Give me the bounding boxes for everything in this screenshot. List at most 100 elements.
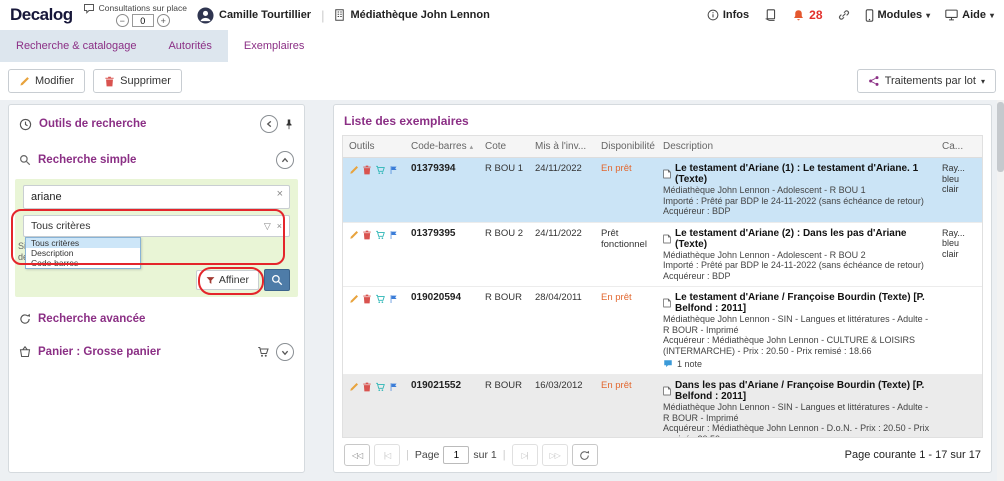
delete-icon[interactable] bbox=[362, 165, 372, 175]
tab-recherche-catalogage[interactable]: Recherche & catalogage bbox=[0, 30, 152, 62]
table-row[interactable]: 01379394 R BOU 1 24/11/2022 En prêt Le t… bbox=[343, 158, 982, 223]
column-header-label: Cote bbox=[485, 141, 506, 152]
traitements-par-lot-button[interactable]: Traitements par lot ▾ bbox=[857, 69, 996, 93]
search-tools-icon bbox=[19, 118, 32, 131]
loan-flag-icon[interactable] bbox=[389, 230, 398, 240]
edit-icon bbox=[19, 76, 30, 87]
document-icon bbox=[663, 169, 671, 179]
library-name: Médiathèque John Lennon bbox=[350, 9, 489, 21]
edit-icon[interactable] bbox=[349, 382, 359, 392]
advanced-search-header[interactable]: Recherche avancée bbox=[9, 303, 304, 333]
note-badge: 1 note bbox=[663, 359, 930, 369]
modifier-button[interactable]: Modifier bbox=[8, 69, 85, 93]
add-to-basket-icon[interactable] bbox=[375, 294, 386, 304]
pagination-first-button[interactable]: ◁◁ bbox=[344, 444, 370, 466]
cart-icon[interactable] bbox=[257, 346, 270, 358]
search-input[interactable] bbox=[23, 185, 290, 209]
page-input[interactable] bbox=[443, 446, 469, 464]
toolbar: Modifier Supprimer Traitements par lot ▾ bbox=[0, 62, 1004, 100]
table-row[interactable]: 019020594 R BOUR 28/04/2011 En prêt Le t… bbox=[343, 287, 982, 375]
pagination-last-button[interactable]: ▷▷ bbox=[542, 444, 568, 466]
column-header-label: Outils bbox=[349, 141, 375, 152]
description-detail: Médiathèque John Lennon - SIN - Langues … bbox=[663, 402, 930, 423]
loan-flag-icon[interactable] bbox=[389, 294, 398, 304]
table-row[interactable]: 01379395 R BOU 2 24/11/2022 Prêt fonctio… bbox=[343, 223, 982, 288]
column-header[interactable]: Disponibilité bbox=[595, 136, 657, 157]
add-to-basket-icon[interactable] bbox=[375, 382, 386, 392]
consultations-label: Consultations sur place bbox=[99, 3, 187, 13]
note-text: 1 note bbox=[677, 359, 702, 369]
tab-exemplaires[interactable]: Exemplaires bbox=[228, 30, 321, 62]
clear-criteria-icon[interactable]: × bbox=[277, 221, 282, 231]
phone-icon bbox=[865, 9, 874, 22]
delete-icon[interactable] bbox=[362, 230, 372, 240]
edit-icon[interactable] bbox=[349, 230, 359, 240]
library-menu[interactable]: Médiathèque John Lennon bbox=[334, 9, 489, 21]
hand-card-button[interactable] bbox=[764, 9, 777, 22]
delete-icon[interactable] bbox=[362, 294, 372, 304]
collapse-panel-button[interactable] bbox=[260, 115, 278, 133]
basket-title: Panier : Grosse panier bbox=[38, 346, 161, 358]
loan-flag-icon[interactable] bbox=[389, 382, 398, 392]
pin-icon[interactable] bbox=[284, 118, 294, 131]
modifier-label: Modifier bbox=[35, 75, 74, 87]
basket-header[interactable]: Panier : Grosse panier bbox=[9, 333, 304, 369]
description-cell: Dans les pas d'Ariane / Françoise Bourdi… bbox=[657, 375, 936, 438]
vertical-scrollbar[interactable] bbox=[997, 100, 1004, 481]
supprimer-button[interactable]: Supprimer bbox=[93, 69, 182, 93]
infos-button[interactable]: Infos bbox=[707, 9, 749, 21]
tab-bar: Recherche & catalogage Autorités Exempla… bbox=[0, 30, 320, 62]
aide-menu[interactable]: Aide ▾ bbox=[945, 9, 994, 21]
search-sidebar: Outils de recherche Recherche simple bbox=[8, 104, 305, 473]
delete-icon[interactable] bbox=[362, 382, 372, 392]
expand-basket-button[interactable] bbox=[276, 343, 294, 361]
column-header[interactable]: Ca... bbox=[936, 136, 982, 157]
scrollbar-thumb[interactable] bbox=[997, 102, 1004, 172]
refresh-button[interactable] bbox=[572, 444, 598, 466]
clear-search-icon[interactable]: × bbox=[277, 189, 283, 200]
link-button[interactable] bbox=[838, 9, 850, 21]
column-header[interactable]: Outils bbox=[343, 136, 405, 157]
cote-cell: R BOUR bbox=[479, 287, 529, 374]
column-header[interactable]: Description bbox=[657, 136, 936, 157]
add-to-basket-icon[interactable] bbox=[375, 165, 386, 175]
notifications-button[interactable]: 28 bbox=[792, 8, 822, 22]
description-detail: Importé : Prêté par BDP le 24-11-2022 (s… bbox=[663, 260, 930, 271]
row-tools bbox=[343, 375, 405, 438]
criteria-option[interactable]: Code-barres bbox=[26, 258, 140, 268]
consultations-count-input[interactable] bbox=[132, 14, 154, 27]
decrement-button[interactable]: − bbox=[116, 14, 129, 27]
criteria-option[interactable]: Tous critères bbox=[26, 238, 140, 248]
tab-autorites[interactable]: Autorités bbox=[152, 30, 227, 62]
column-header[interactable]: Code-barres▴ bbox=[405, 136, 479, 157]
column-header[interactable]: Mis à l'inv... bbox=[529, 136, 595, 157]
table-row[interactable]: 019021552 R BOUR 16/03/2012 En prêt Dans… bbox=[343, 375, 982, 438]
loan-flag-icon[interactable] bbox=[389, 165, 398, 175]
trash-icon bbox=[104, 76, 115, 87]
affiner-button[interactable]: Affiner bbox=[196, 270, 259, 290]
page-of-label: sur 1 bbox=[473, 449, 496, 461]
collapse-section-button[interactable] bbox=[276, 151, 294, 169]
increment-button[interactable]: + bbox=[157, 14, 170, 27]
main-region: Outils de recherche Recherche simple bbox=[0, 100, 1004, 481]
pagination-next-button[interactable]: ▷| bbox=[512, 444, 538, 466]
add-to-basket-icon[interactable] bbox=[375, 230, 386, 240]
table-header-row: Outils Code-barres▴ Cote Mis à l'inv...Disp… bbox=[343, 136, 982, 158]
criteria-select[interactable]: Tous critères ▽ × bbox=[23, 215, 290, 237]
description-details: Médiathèque John Lennon - SIN - Langues … bbox=[663, 314, 930, 356]
info-icon bbox=[707, 9, 719, 21]
user-menu[interactable]: Camille Tourtillier bbox=[197, 7, 311, 24]
edit-icon[interactable] bbox=[349, 294, 359, 304]
batch-icon bbox=[868, 75, 880, 87]
edit-icon[interactable] bbox=[349, 165, 359, 175]
criteria-option[interactable]: Description bbox=[26, 248, 140, 258]
search-submit-button[interactable] bbox=[264, 269, 290, 291]
description-detail: Acquéreur : BDP bbox=[663, 271, 930, 282]
avatar bbox=[197, 7, 214, 24]
column-header[interactable]: Cote bbox=[479, 136, 529, 157]
modules-menu[interactable]: Modules ▾ bbox=[865, 9, 931, 22]
simple-search-header[interactable]: Recherche simple bbox=[9, 141, 304, 177]
pagination-bar: ◁◁ |◁ | Page sur 1 | ▷| ▷▷ Page courante… bbox=[334, 438, 991, 472]
inventory-date-cell: 16/03/2012 bbox=[529, 375, 595, 438]
pagination-prev-button[interactable]: |◁ bbox=[374, 444, 400, 466]
